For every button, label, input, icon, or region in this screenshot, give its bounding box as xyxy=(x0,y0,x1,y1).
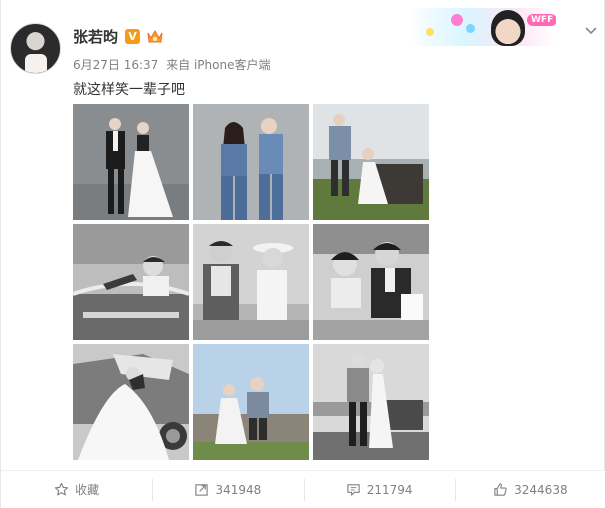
photo-1[interactable] xyxy=(73,104,189,220)
balloon-icon xyxy=(426,28,434,36)
photo-3[interactable] xyxy=(313,104,429,220)
photo-7[interactable] xyxy=(73,344,189,460)
balloon-icon xyxy=(451,14,463,26)
member-crown-icon[interactable] xyxy=(146,28,164,45)
banner-tag: WFF xyxy=(527,14,556,26)
comment-button[interactable]: 211794 xyxy=(303,478,455,501)
repost-button[interactable]: 341948 xyxy=(152,478,303,501)
like-count: 3244638 xyxy=(514,482,568,497)
like-button[interactable]: 3244638 xyxy=(454,478,605,501)
photo-6[interactable] xyxy=(313,224,429,340)
username[interactable]: 张若昀 xyxy=(73,26,118,47)
photo-8[interactable] xyxy=(193,344,309,460)
chevron-down-icon[interactable] xyxy=(583,22,599,38)
thumbs-up-icon xyxy=(494,483,507,496)
comment-count: 211794 xyxy=(366,482,413,497)
decoration-banner[interactable]: WFF xyxy=(406,8,556,46)
post-text: 就这样笑一辈子吧 xyxy=(73,82,185,98)
comment-icon xyxy=(347,484,360,496)
repost-count: 341948 xyxy=(215,482,262,497)
post-time[interactable]: 6月27日 16:37 xyxy=(73,58,158,72)
favorite-button[interactable]: 收藏 xyxy=(1,479,152,501)
avatar[interactable] xyxy=(10,23,61,74)
photo-5[interactable] xyxy=(193,224,309,340)
photo-9[interactable] xyxy=(313,344,429,460)
star-icon xyxy=(54,482,69,496)
photo-grid xyxy=(73,104,429,460)
post-meta: 6月27日 16:37 来自 iPhone客户端 xyxy=(73,56,274,73)
photo-2[interactable] xyxy=(193,104,309,220)
action-bar: 收藏 341948 211794 3244638 xyxy=(1,470,605,508)
repost-icon xyxy=(195,484,209,496)
banner-portrait xyxy=(491,10,525,46)
balloon-icon xyxy=(466,24,475,33)
post-source[interactable]: 来自 iPhone客户端 xyxy=(166,58,270,72)
verified-v-icon[interactable]: V xyxy=(125,29,140,44)
photo-4[interactable] xyxy=(73,224,189,340)
weibo-post-card: 张若昀 V WFF 6月27日 16:37 来自 iPhone客户端 就这样笑一… xyxy=(0,0,605,508)
favorite-label: 收藏 xyxy=(75,483,100,497)
